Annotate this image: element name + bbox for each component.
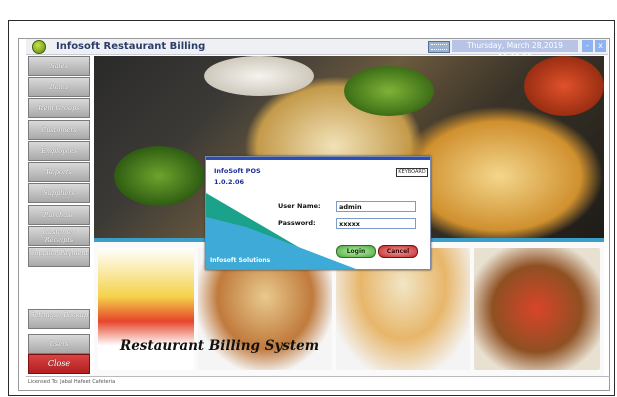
sidebar-item-item-groups[interactable]: Item Groups	[28, 98, 90, 118]
password-field[interactable]: xxxxx	[336, 218, 416, 229]
product-version: 1.0.2.06	[214, 178, 245, 186]
sidebar-item-sales[interactable]: Sales	[28, 56, 90, 76]
username-label: User Name:	[278, 202, 321, 210]
sidebar-item-employees[interactable]: Employees	[28, 141, 90, 161]
datetime-display: Thursday, March 28,2019 10:00:25	[452, 40, 578, 62]
sidebar-item-customers[interactable]: Customers	[28, 120, 90, 140]
tomato-shape	[524, 56, 604, 116]
product-name: InfoSoft POS	[214, 167, 261, 175]
sidebar-item-supplier-payment[interactable]: Supplier Payment	[28, 247, 90, 267]
sidebar-item-settings-backup[interactable]: Settings / Backup	[28, 309, 90, 329]
bottle-shape	[204, 56, 314, 96]
sidebar-item-purchase[interactable]: Purchase	[28, 205, 90, 225]
app-logo-icon	[32, 40, 46, 54]
minimize-button[interactable]: -	[582, 40, 593, 52]
password-label: Password:	[278, 219, 316, 227]
keyboard-icon[interactable]	[428, 41, 450, 53]
sidebar-item-customer-receipts[interactable]: Customer Receipts	[28, 226, 90, 246]
tacos-image	[474, 248, 600, 370]
cancel-button[interactable]: Cancel	[378, 245, 418, 258]
close-app-button[interactable]: Close	[28, 354, 90, 374]
banner-tagline: Restaurant Billing System	[120, 338, 319, 354]
app-title: Infosoft Restaurant Billing	[56, 41, 206, 52]
status-bar: Licensed To: Jabal Hafeet Cafeteria	[26, 376, 610, 389]
title-bar: Infosoft Restaurant Billing Thursday, Ma…	[26, 39, 608, 62]
sidebar-item-reports[interactable]: Reports	[28, 162, 90, 182]
sidebar-item-users[interactable]: Users	[28, 334, 90, 354]
basil-leaf-shape-2	[344, 66, 434, 116]
username-field[interactable]: admin	[336, 201, 416, 212]
vendor-label: Infosoft Solutions	[210, 257, 271, 264]
sidebar-item-suppliers[interactable]: Suppliers	[28, 183, 90, 203]
close-window-button[interactable]: x	[595, 40, 606, 52]
login-button[interactable]: Login	[336, 245, 376, 258]
basil-leaf-shape	[114, 146, 204, 206]
sidebar-item-items[interactable]: Items	[28, 77, 90, 97]
login-dialog: InfoSoft POS 1.0.2.06 KEYBOARD User Name…	[205, 156, 431, 270]
keyboard-button[interactable]: KEYBOARD	[396, 168, 428, 177]
sidebar: Sales Items Item Groups Customers Employ…	[28, 56, 90, 374]
